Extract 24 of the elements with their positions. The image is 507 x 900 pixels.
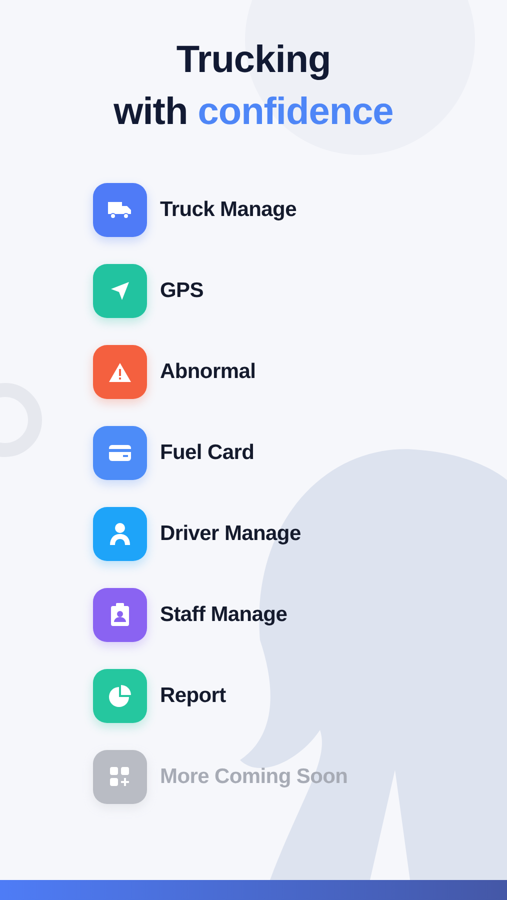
id-badge-icon (110, 603, 130, 627)
person-icon (108, 521, 132, 547)
feature-icon-tile[interactable] (93, 345, 147, 399)
pie-chart-icon (108, 684, 132, 708)
feature-icon-tile[interactable] (93, 588, 147, 642)
card-icon (108, 444, 132, 462)
feature-label[interactable]: Fuel Card (160, 441, 254, 465)
feature-icon-tile[interactable] (93, 426, 147, 480)
headline: Trucking (176, 38, 331, 83)
feature-label[interactable]: Truck Manage (160, 198, 296, 222)
feature-icon-tile[interactable] (93, 507, 147, 561)
warning-icon (108, 362, 132, 382)
feature-label[interactable]: Report (160, 684, 226, 708)
headline: with confidence (114, 90, 394, 135)
feature-icon-tile[interactable] (93, 264, 147, 318)
feature-icon-tile[interactable] (93, 183, 147, 237)
feature-label[interactable]: Staff Manage (160, 603, 288, 627)
feature-icon-tile[interactable] (93, 669, 147, 723)
feature-label[interactable]: Driver Manage (160, 522, 301, 546)
truck-icon (107, 200, 133, 220)
feature-label[interactable]: Abnormal (160, 360, 256, 384)
navigation-arrow-icon (109, 280, 131, 302)
grid-plus-icon (109, 766, 131, 788)
feature-label[interactable]: GPS (160, 279, 204, 303)
